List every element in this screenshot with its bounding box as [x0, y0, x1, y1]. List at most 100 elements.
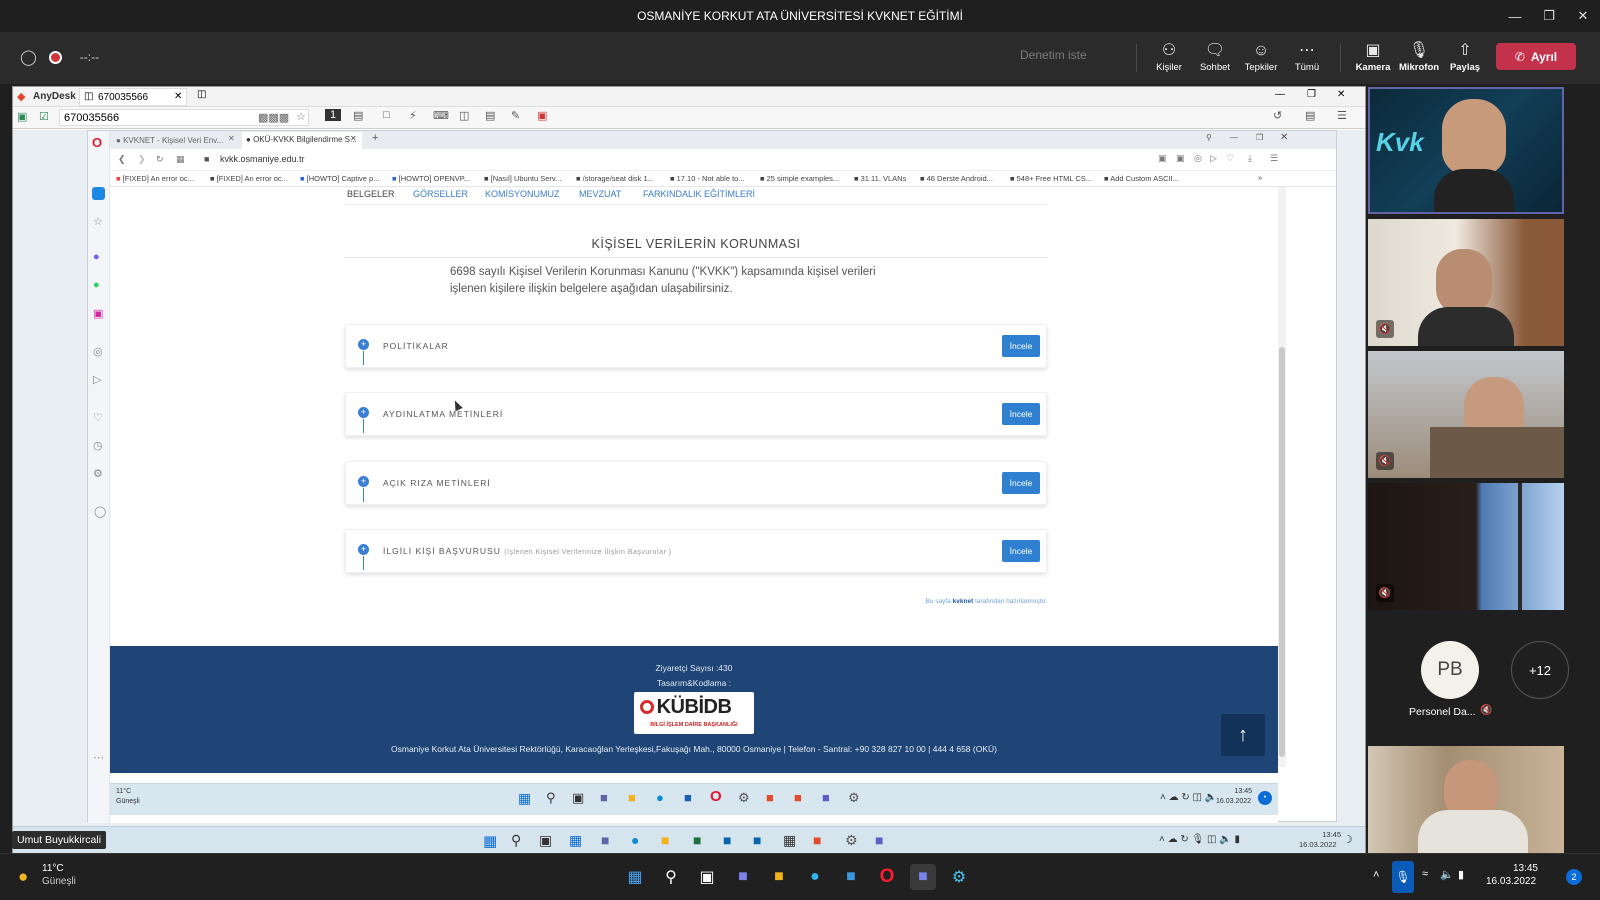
notification-badge[interactable]: • [1258, 791, 1272, 805]
plus-icon[interactable]: + [358, 407, 369, 418]
record-session-icon[interactable]: ▣ [537, 109, 547, 122]
vpn-icon[interactable]: ◎ [1194, 153, 1202, 164]
network-app-icon[interactable]: ⚙ [738, 790, 750, 806]
mic-button[interactable]: 🎙 Mikrofon [1396, 40, 1442, 73]
lightbulb-icon[interactable]: ◯ [94, 505, 106, 518]
close-tab-icon[interactable]: ✕ [174, 91, 182, 102]
mic-tray-icon[interactable]: 🎙 [1392, 861, 1414, 893]
kubidb-logo[interactable]: KÜBİDB BİLGİ İŞLEM DAİRE BAŞKANLIĞI [634, 692, 754, 734]
volume-icon[interactable]: 🔈 [1440, 868, 1454, 881]
heart-icon[interactable]: ♡ [93, 411, 103, 424]
browser-minimize-icon[interactable]: — [1230, 133, 1238, 142]
outlook-icon[interactable]: ■ [723, 832, 731, 848]
leave-button[interactable]: ✆ Ayrıl [1496, 43, 1576, 70]
scroll-to-top-button[interactable]: ↑ [1221, 714, 1265, 756]
favorite-star-icon[interactable]: ☆ [296, 110, 306, 123]
ad-minimize-icon[interactable]: — [1275, 89, 1285, 100]
task-view-icon[interactable]: ▣ [539, 832, 552, 849]
close-tab-2-icon[interactable]: ✕ [350, 134, 357, 143]
bookmark-3[interactable]: ■ [HOWTO] Captive p... [300, 174, 379, 183]
chat-app-icon[interactable]: ■ [730, 864, 756, 890]
ad-restore-icon[interactable]: ❐ [1307, 89, 1316, 100]
reactions-button[interactable]: ☺ Tepkiler [1238, 40, 1284, 73]
camera-snap-icon[interactable]: ▣ [1176, 153, 1185, 164]
browser-search-icon[interactable]: ⚲ [1206, 133, 1212, 142]
bookmark-5[interactable]: ■ [Nasıl] Ubuntu Serv... [484, 174, 561, 183]
close-tab-1-icon[interactable]: ✕ [228, 134, 235, 143]
share-button[interactable]: ⇧ Paylaş [1442, 40, 1488, 73]
more-participants-button[interactable]: +12 [1511, 641, 1569, 699]
whatsapp-icon[interactable]: ● [93, 279, 100, 291]
bookmark-8[interactable]: ■ 25 simple examples... [760, 174, 839, 183]
mail-icon[interactable]: ■ [753, 832, 761, 848]
ad-close-icon[interactable]: ✕ [1337, 89, 1345, 100]
download-icon[interactable]: ⤓ [1248, 153, 1252, 164]
start-icon[interactable]: ▦ [622, 864, 648, 890]
calculator-icon[interactable]: ▦ [783, 832, 796, 849]
address-actions-icon[interactable]: ▩▩▩ [258, 111, 289, 124]
people-button[interactable]: ⚇ Kişiler [1146, 40, 1192, 73]
sidebar-more-icon[interactable]: ⋯ [93, 751, 104, 764]
teams-taskbar-icon[interactable]: ■ [910, 864, 936, 890]
excel-icon[interactable]: ■ [693, 832, 701, 848]
tabs-grid-icon[interactable]: ▦ [176, 154, 185, 165]
monitor-1-button[interactable]: 1 [325, 109, 342, 121]
chat-app-icon[interactable]: ■ [601, 832, 609, 848]
send-icon[interactable]: ▷ [93, 373, 101, 386]
ask-control-button[interactable]: Denetim iste [1020, 48, 1087, 62]
opera-taskbar-icon[interactable]: O [710, 788, 722, 805]
easy-setup-icon[interactable]: ☰ [1270, 153, 1278, 164]
inspect-button[interactable]: İncele [1002, 403, 1040, 425]
bookmark-7[interactable]: ■ 17.10 - Not able to... [670, 174, 745, 183]
actions-icon[interactable]: ⚡ [409, 109, 417, 122]
search-icon[interactable]: ⚲ [511, 832, 521, 849]
nav-belgeler[interactable]: BELGELER [347, 189, 395, 199]
file-explorer-icon[interactable]: ■ [766, 864, 792, 890]
plus-icon[interactable]: + [358, 544, 369, 555]
start-icon[interactable]: ▦ [518, 790, 531, 807]
bookmark-12[interactable]: ■ Add Custom ASCII... [1104, 174, 1179, 183]
anydesk-session-tab[interactable]: ◫ 670035566 ✕ [79, 88, 187, 106]
history-icon[interactable]: ↺ [1273, 109, 1282, 122]
close-icon[interactable]: ✕ [1566, 0, 1600, 32]
instagram-icon[interactable]: ▣ [93, 307, 103, 320]
participant-video-4[interactable]: 🔇 [1368, 483, 1564, 610]
anydesk-taskbar-icon[interactable]: ■ [813, 832, 821, 848]
inspect-button[interactable]: İncele [1002, 472, 1040, 494]
history-clock-icon[interactable]: ◷ [93, 439, 103, 452]
edge-icon[interactable]: ● [656, 790, 664, 805]
nav-mevzuat[interactable]: MEVZUAT [579, 189, 621, 199]
participant-video-1[interactable]: Kvk [1368, 87, 1564, 214]
chat-app-icon[interactable]: ■ [600, 790, 608, 805]
home-icon[interactable] [92, 187, 105, 200]
task-view-icon[interactable]: ▣ [694, 864, 720, 890]
opera-taskbar-icon[interactable]: O [874, 864, 900, 890]
start-icon[interactable]: ▦ [483, 832, 497, 850]
notification-badge[interactable]: 2 [1566, 869, 1582, 885]
battery-icon[interactable]: ▮ [1458, 868, 1464, 881]
file-transfer-icon[interactable]: ▤ [353, 109, 363, 122]
anydesk-taskbar-icon-2[interactable]: ■ [794, 790, 802, 805]
settings-taskbar-icon[interactable]: ⚙ [845, 832, 858, 849]
new-tab-icon[interactable]: + [372, 132, 378, 144]
forward-icon[interactable]: ❯ [138, 154, 146, 165]
wifi-icon[interactable]: ≈ [1422, 868, 1428, 880]
opera-logo-icon[interactable]: O [92, 135, 102, 150]
more-button[interactable]: ⋯ Tümü [1284, 40, 1330, 73]
bookmark-11[interactable]: ■ 548+ Free HTML CS... [1010, 174, 1092, 183]
tray-icons[interactable]: ˄ ☁ ↻ ◫ 🔈 [1160, 792, 1217, 803]
task-view-icon[interactable]: ▣ [572, 790, 584, 806]
speed-dial-icon[interactable]: ☆ [93, 215, 103, 228]
tab-oku-kvkk[interactable]: ● OKÜ-KVKK Bilgilendirme S... [242, 132, 362, 149]
store-icon[interactable]: ■ [684, 790, 692, 805]
settings-gear-icon[interactable]: ⚙ [93, 467, 103, 480]
whiteboard-icon[interactable]: ✎ [511, 109, 520, 122]
bookmark-4[interactable]: ■ [HOWTO] OPENVP... [392, 174, 470, 183]
search-icon[interactable]: ⚲ [546, 790, 556, 806]
back-icon[interactable]: ❮ [118, 154, 126, 165]
plus-icon[interactable]: + [358, 339, 369, 350]
inspect-button[interactable]: İncele [1002, 335, 1040, 357]
bookmarks-overflow-icon[interactable]: » [1258, 173, 1262, 182]
edge-icon[interactable]: ● [802, 864, 828, 890]
bookmark-2[interactable]: ■ [FIXED] An error oc... [210, 174, 288, 183]
